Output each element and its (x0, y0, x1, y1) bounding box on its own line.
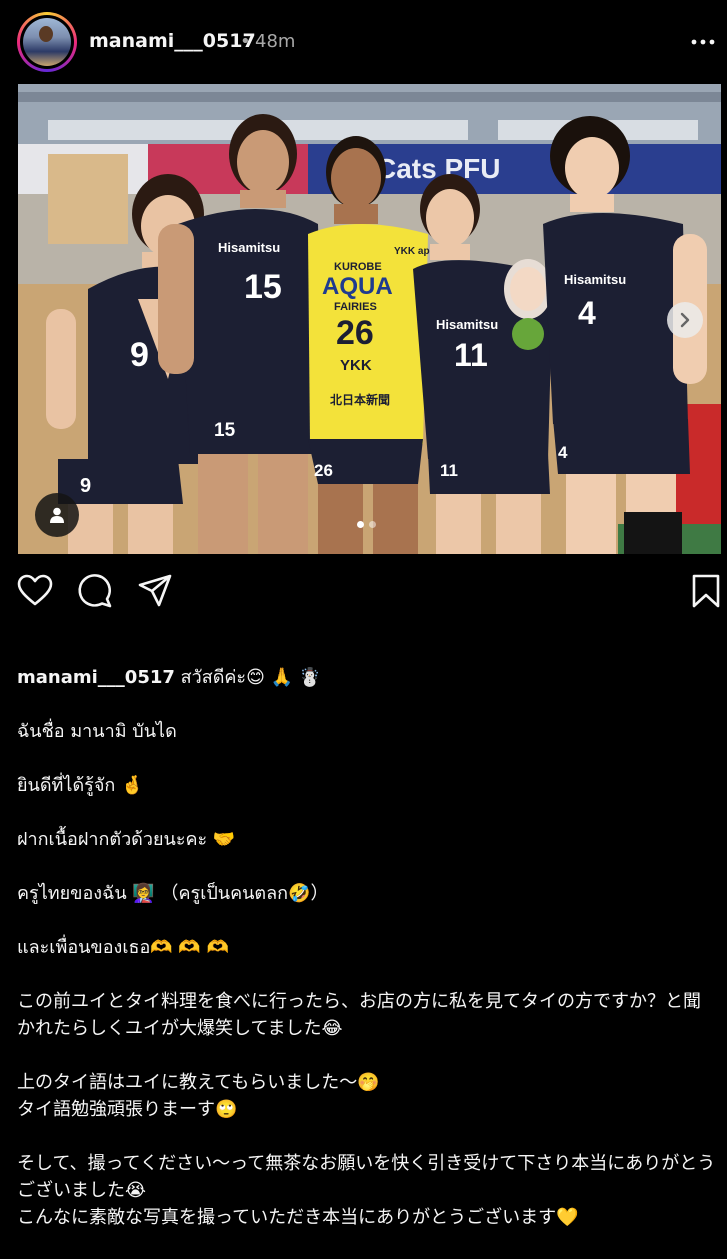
carousel-dots (357, 521, 376, 528)
jersey-sponsor-26: YKK (340, 357, 372, 374)
time-separator: • (240, 31, 251, 52)
heart-icon[interactable] (17, 573, 53, 609)
caption-line-1: สวัสดีค่ะ😊 🙏 ☃️ (180, 667, 322, 688)
team-line3: FAIRIES (334, 301, 377, 313)
post-time[interactable]: 48m (255, 31, 295, 52)
avatar-image (23, 18, 71, 66)
user-tag-button[interactable] (35, 493, 79, 537)
jersey-sponsor-11: Hisamitsu (436, 317, 498, 332)
jersey-sponsor-line2: 北日本新聞 (330, 392, 390, 407)
caption-line-3: ยินดีที่ได้รู้จัก 🤞 (17, 775, 144, 796)
shorts-number-9: 9 (80, 475, 91, 497)
carousel-next-button[interactable] (667, 302, 703, 338)
jersey-sponsor-4: Hisamitsu (564, 272, 626, 287)
jersey-number-9: 9 (130, 336, 149, 374)
caption-line-5: ครูไทยของฉัน 👩‍🏫 （ครูเป็นคนตลก🤣） (17, 883, 329, 904)
caption-line-9: そして、撮ってください〜って無茶なお願いを快く引き受けて下さり本当にありがとうご… (17, 1153, 716, 1201)
jersey-number-11: 11 (454, 337, 488, 373)
caption-line-7: この前ユイとタイ料理を食べに行ったら、お店の方に私を見てタイの方ですか？と聞かれ… (17, 991, 701, 1039)
jersey-number-4: 4 (578, 295, 596, 331)
post-header: manami___0517 • 48m (0, 0, 727, 84)
caption-line-6: และเพื่อนของเธอ🫶 🫶 🫶 (17, 937, 229, 958)
shorts-number-15: 15 (214, 420, 236, 441)
paper-plane-icon[interactable] (137, 573, 173, 609)
sponsor-badge-26: YKK ap (394, 246, 430, 257)
jersey-sponsor-15: Hisamitsu (218, 240, 280, 255)
post-caption: manami___0517 สวัสดีค่ะ😊 🙏 ☃️ ฉันชื่อ มา… (17, 664, 717, 1231)
avatar-inner (20, 15, 74, 69)
caption-line-2: ฉันชื่อ มานามิ บันได (17, 721, 177, 742)
carousel-dot-1 (357, 521, 364, 528)
avatar[interactable] (17, 12, 77, 72)
team-line1: KUROBE (334, 261, 382, 273)
chevron-right-icon (680, 312, 690, 328)
caption-line-8b: タイ語勉強頑張りまーす🙄 (17, 1099, 238, 1120)
caption-line-8a: 上のタイ語はユイに教えてもらいました〜🤭 (17, 1072, 380, 1093)
more-horizontal-icon[interactable] (690, 30, 716, 54)
post-username[interactable]: manami___0517 (89, 30, 256, 52)
jersey-number-15: 15 (244, 268, 282, 306)
shorts-number-11: 11 (440, 461, 458, 480)
shorts-number-4: 4 (558, 443, 568, 462)
team-line2: AQUA (322, 273, 393, 300)
carousel-dot-2 (369, 521, 376, 528)
caption-line-10: こんなに素敵な写真を撮っていただき本当にありがとうございます💛 (17, 1207, 579, 1228)
comment-bubble-icon[interactable] (77, 573, 113, 609)
caption-username[interactable]: manami___0517 (17, 667, 175, 688)
caption-first-line: manami___0517 สวัสดีค่ะ😊 🙏 ☃️ (17, 664, 717, 691)
shorts-number-26: 26 (314, 461, 333, 480)
action-bar (0, 560, 727, 620)
post-photo[interactable]: U Cats PFU 9 9 Hisamitsu 15 15 KUROBE AQ… (18, 84, 721, 554)
photo-illustration: U Cats PFU 9 9 Hisamitsu 15 15 KUROBE AQ… (18, 84, 721, 554)
jersey-number-26: 26 (336, 314, 374, 352)
user-tag-icon (50, 507, 64, 523)
caption-line-4: ฝากเนื้อฝากตัวด้วยนะคะ 🤝 (17, 829, 236, 850)
bookmark-icon[interactable] (688, 573, 724, 609)
